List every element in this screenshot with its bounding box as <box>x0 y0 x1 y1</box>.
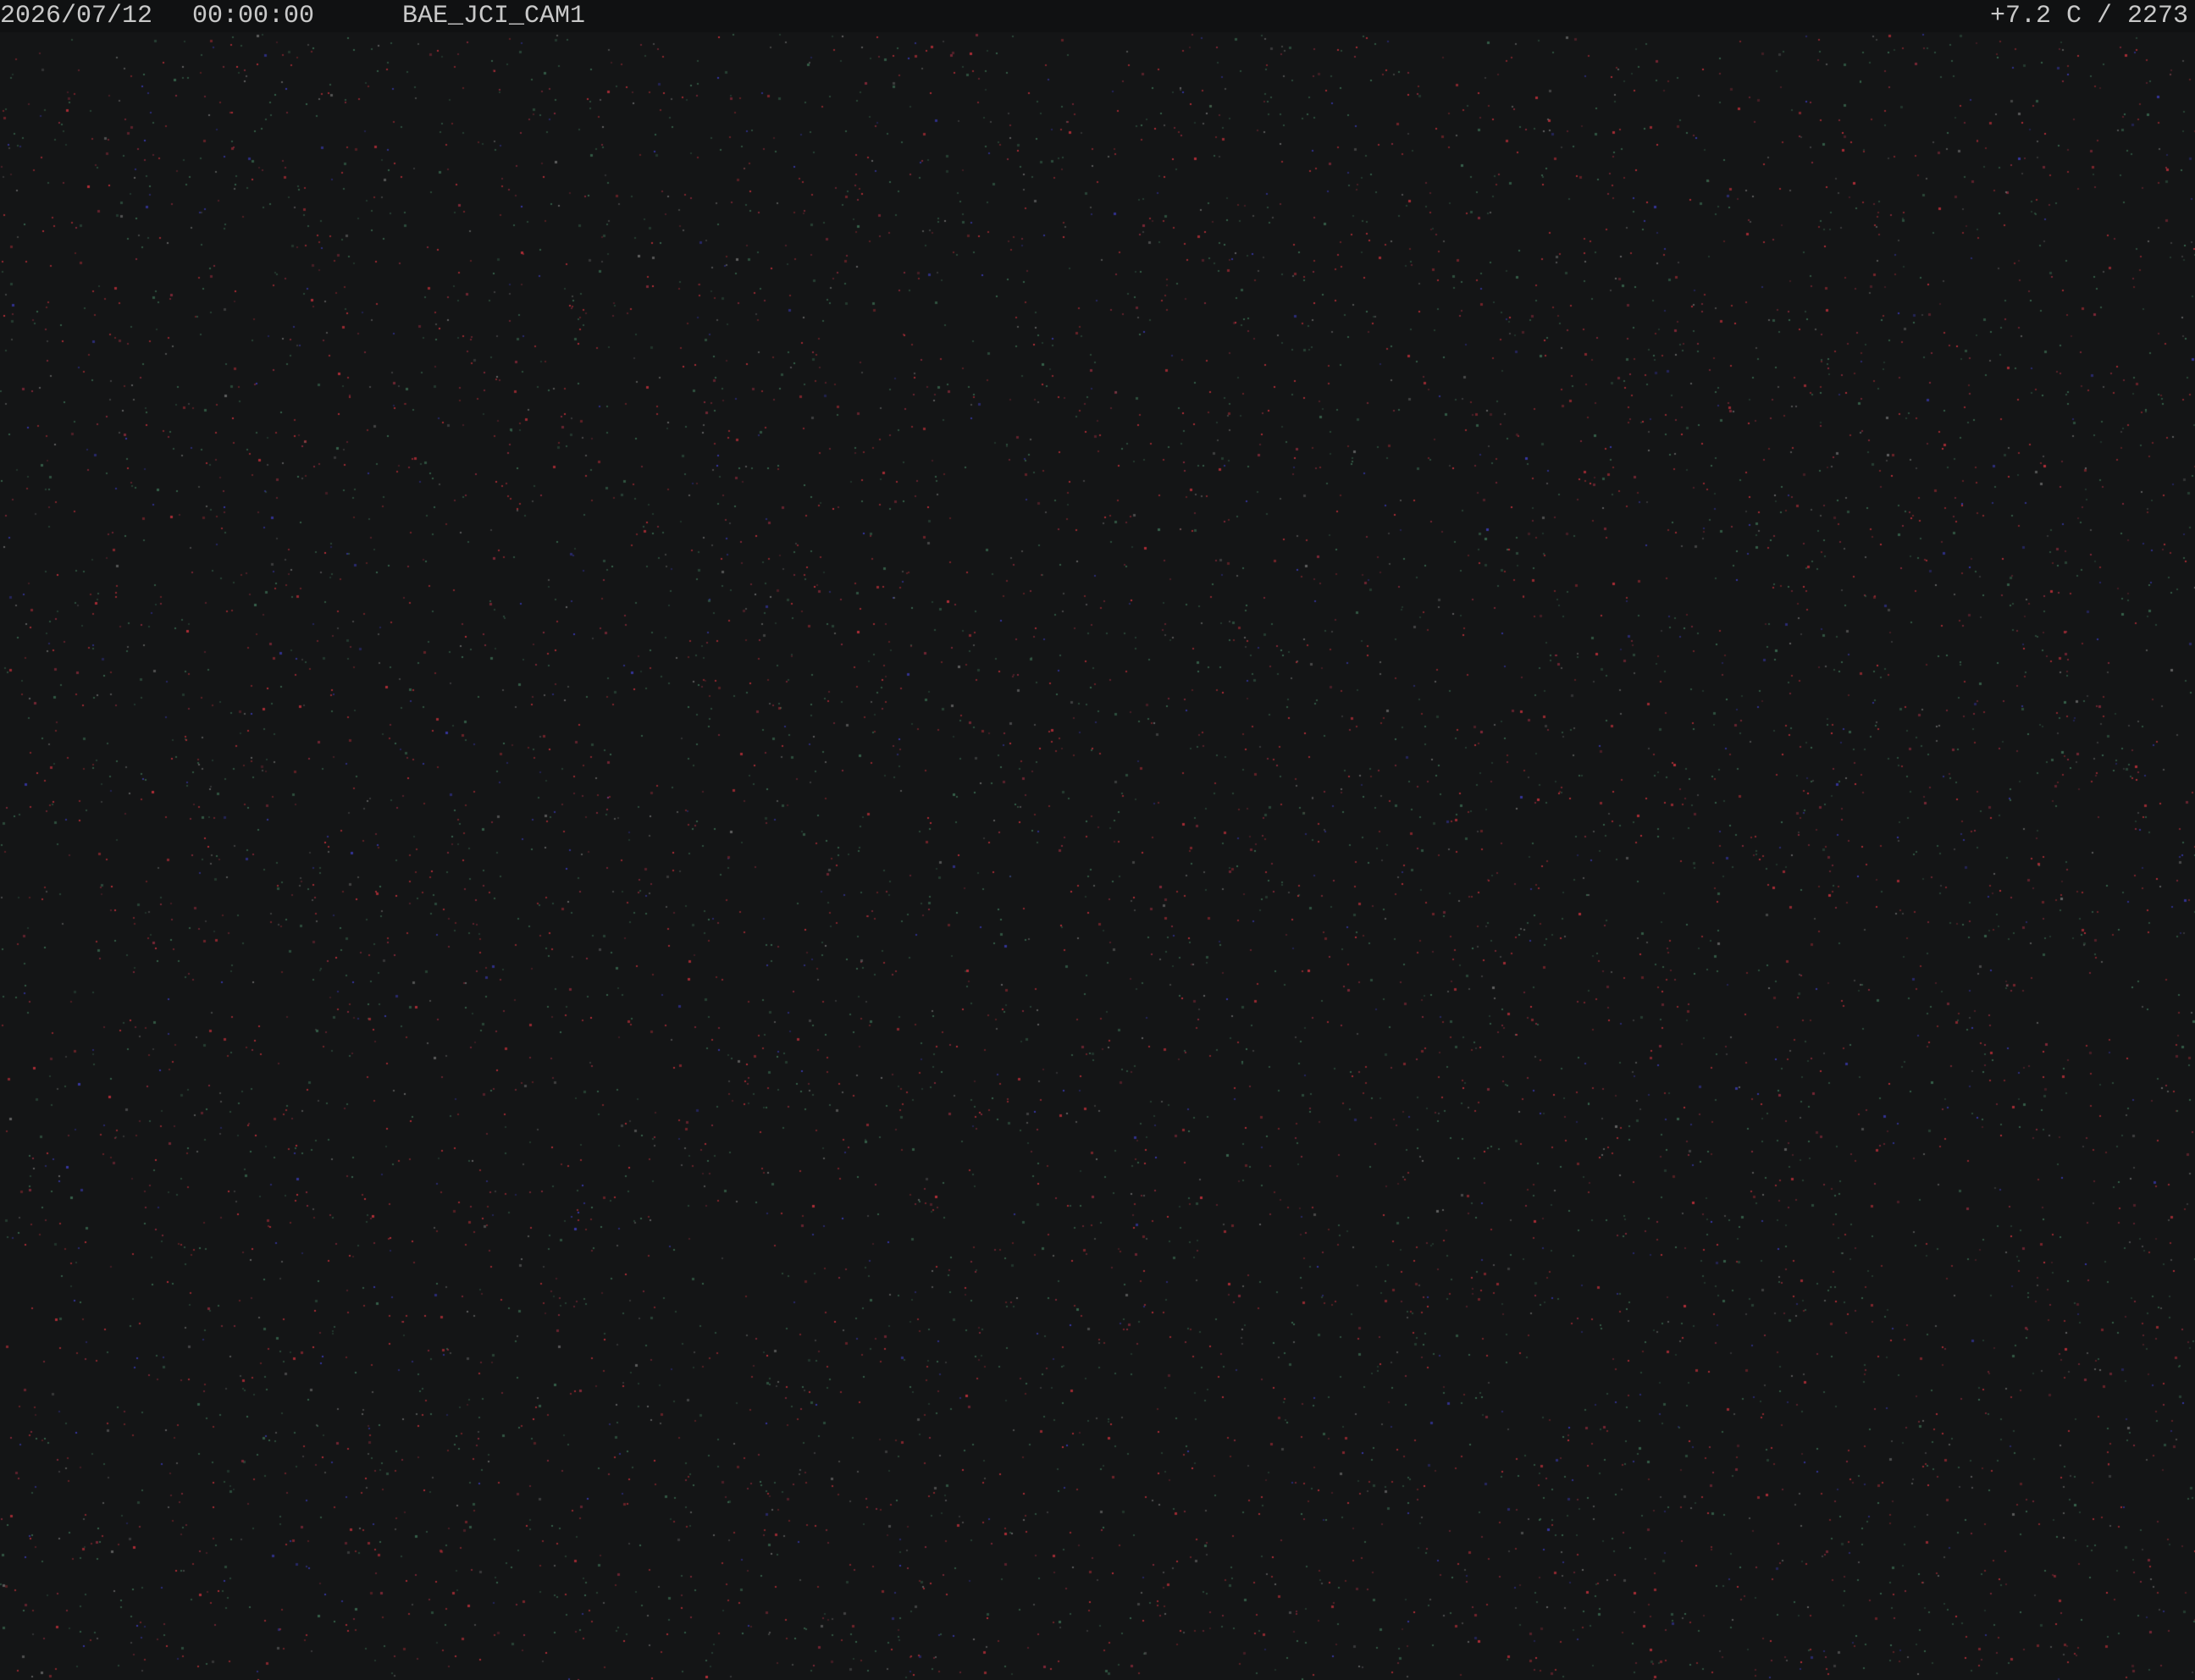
osd-header-bar: 2026/07/12 00:00:00 BAE_JCI_CAM1 +7.2 C … <box>0 0 2195 32</box>
camera-frame: 2026/07/12 00:00:00 BAE_JCI_CAM1 +7.2 C … <box>0 0 2195 1680</box>
osd-date: 2026/07/12 <box>0 2 153 30</box>
osd-time: 00:00:00 <box>192 2 315 30</box>
osd-temperature-exposure: +7.2 C / 2273 <box>1989 2 2188 30</box>
camera-image-noise <box>0 0 2195 1680</box>
osd-camera-name: BAE_JCI_CAM1 <box>402 2 586 30</box>
